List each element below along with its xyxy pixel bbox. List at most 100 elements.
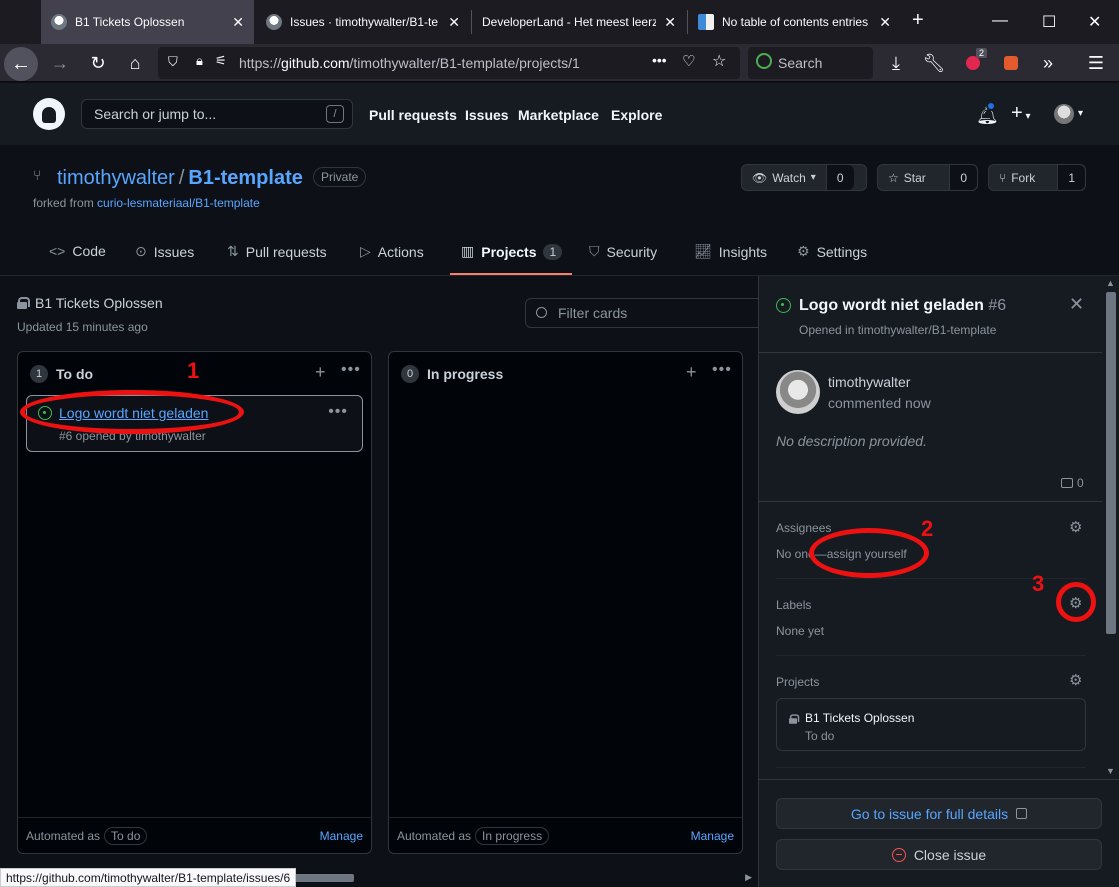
back-arrow-icon[interactable]: ← [4,47,38,81]
tab-projects[interactable]: ▥ Projects 1 [461,243,563,260]
fork-count[interactable]: 1 [1057,165,1085,190]
close-issue-button[interactable]: Close issue [776,839,1102,870]
minimize-icon[interactable]: — [992,12,1008,30]
close-window-icon[interactable]: ✕ [1088,12,1101,32]
tab-label: DeveloperLand - Het meest leerz [482,15,657,29]
comment-count: 0 [1061,476,1084,490]
assignees-gear-icon[interactable]: ⚙ [1069,520,1085,536]
search-placeholder: Search [778,55,823,71]
graph-icon: 📈︎ [694,243,712,259]
address-bar[interactable]: ⛉ 🔒︎ ⚟ https://github.com/timothywalter/… [158,47,740,79]
tab-code[interactable]: <> Code [49,243,106,259]
user-avatar[interactable] [1054,104,1074,124]
github-search-input[interactable]: Search or jump to... / [81,99,353,129]
eye-icon: 👁︎ [752,170,768,185]
reload-icon[interactable]: ↻ [86,51,110,75]
github-logo-icon[interactable] [33,98,65,130]
manage-automation-link[interactable]: Manage [691,829,734,843]
home-icon[interactable]: ⌂ [123,51,147,75]
scroll-right-icon[interactable]: ▶ [745,872,752,883]
browser-tab[interactable]: DeveloperLand - Het meest leerz ✕ [472,0,686,44]
new-tab-button[interactable]: + [912,9,924,32]
download-icon[interactable]: ⤓ [884,51,908,75]
tab-issues[interactable]: ⊙ Issues [135,243,194,260]
vertical-scrollbar[interactable]: ▲ ▼ [1102,276,1119,779]
nav-marketplace[interactable]: Marketplace [518,107,599,123]
scroll-up-icon[interactable]: ▲ [1106,278,1115,288]
add-card-plus-icon[interactable]: + [315,362,326,383]
nav-pull-requests[interactable]: Pull requests [369,107,457,123]
column-menu-kebab-icon[interactable]: ••• [341,361,361,379]
wrench-icon[interactable]: 🔧︎ [922,51,946,75]
tab-actions[interactable]: ▷ Actions [360,243,424,260]
fork-button[interactable]: ⑂ Fork 1 [988,164,1086,191]
tab-label: Issues · timothywalter/B1-te [290,15,439,29]
manage-automation-link[interactable]: Manage [320,829,363,843]
project-title: B1 Tickets Oplossen [17,295,163,311]
go-to-issue-button[interactable]: Go to issue for full details [776,798,1102,829]
issue-side-panel: Logo wordt niet geladen #6 Opened in tim… [758,276,1119,887]
close-tab-icon[interactable]: ✕ [448,14,460,31]
create-new-button[interactable]: + ▾ [1011,102,1031,125]
tab-security[interactable]: ⛉ Security [589,243,657,260]
tab-settings[interactable]: ⚙ Settings [797,243,867,260]
overflow-chevrons-icon[interactable]: » [1036,51,1060,75]
watch-label: Watch [772,170,806,185]
forward-arrow-icon[interactable]: → [48,51,72,75]
add-card-plus-icon[interactable]: + [686,362,697,383]
repo-name-link[interactable]: B1-template [188,167,302,189]
tab-label: Pull requests [245,243,327,260]
assignees-label: Assignees [776,521,832,535]
browser-tab-active[interactable]: B1 Tickets Oplossen ✕ [41,0,254,44]
scroll-down-icon[interactable]: ▼ [1106,766,1115,776]
commenter-avatar[interactable] [776,370,820,414]
repo-owner-link[interactable]: timothywalter [57,167,175,189]
automation-prefix: Automated as [26,829,101,843]
close-panel-icon[interactable]: ✕ [1069,294,1084,315]
close-tab-icon[interactable]: ✕ [879,14,891,31]
project-board: B1 Tickets Oplossen Updated 15 minutes a… [0,276,765,887]
permissions-icon[interactable]: ⚟ [215,53,227,69]
column-in-progress: 0 In progress + ••• Automated as In progr… [388,351,743,854]
maximize-icon[interactable]: ☐ [1042,12,1056,32]
tab-label: Security [606,243,658,260]
column-count: 0 [401,365,419,383]
status-url-overlay: https://github.com/timothywalter/B1-temp… [0,868,297,887]
close-tab-icon[interactable]: ✕ [232,14,244,31]
close-tab-icon[interactable]: ✕ [664,14,676,31]
page-actions-icon[interactable]: ••• [652,52,667,68]
lock-icon[interactable]: 🔒︎ [196,53,203,69]
star-button[interactable]: ☆ Star 0 [877,164,978,191]
browser-tab[interactable]: Issues · timothywalter/B1-te ✕ [256,0,470,44]
search-placeholder: Search or jump to... [94,106,217,122]
caret-down-icon[interactable]: ▾ [1078,108,1083,119]
bookmark-star-icon[interactable]: ☆ [712,51,726,71]
repo-title-separator: / [178,167,185,189]
project-reference-card[interactable]: B1 Tickets Oplossen To do [776,698,1086,751]
shield-icon[interactable]: ⛉ [168,54,178,70]
hamburger-menu-icon[interactable]: ☰ [1084,51,1108,75]
star-count[interactable]: 0 [949,165,977,190]
column-menu-kebab-icon[interactable]: ••• [712,361,732,379]
scrollbar-thumb[interactable] [1106,292,1116,634]
nav-explore[interactable]: Explore [611,107,662,123]
forked-from-link[interactable]: curio-lesmateriaal/B1-template [97,196,260,210]
pocket-icon[interactable]: ♡ [682,52,695,70]
tab-label: Code [72,243,106,259]
ublock-icon[interactable] [966,56,980,70]
star-label: Star [903,170,926,185]
browser-search-input[interactable]: Search [748,47,873,79]
tab-pull-requests[interactable]: ⇅ Pull requests [227,243,327,260]
browser-tab[interactable]: No table of contents entries ✕ [688,0,901,44]
card-menu-kebab-icon[interactable]: ••• [328,403,348,421]
watch-button[interactable]: 👁︎ Watch ▾ 0 [741,164,867,191]
commenter-name[interactable]: timothywalter [828,374,910,390]
caret-down-icon: ▾ [810,172,816,183]
extension-icon[interactable] [1004,56,1018,70]
watch-count[interactable]: 0 [825,165,854,190]
projects-gear-icon[interactable]: ⚙ [1069,673,1085,689]
github-header: Search or jump to... / Pull requests Iss… [0,83,1119,145]
tab-insights[interactable]: 📈︎ Insights [694,243,767,260]
filter-cards-input[interactable]: Filter cards [525,298,765,328]
nav-issues[interactable]: Issues [465,107,509,123]
